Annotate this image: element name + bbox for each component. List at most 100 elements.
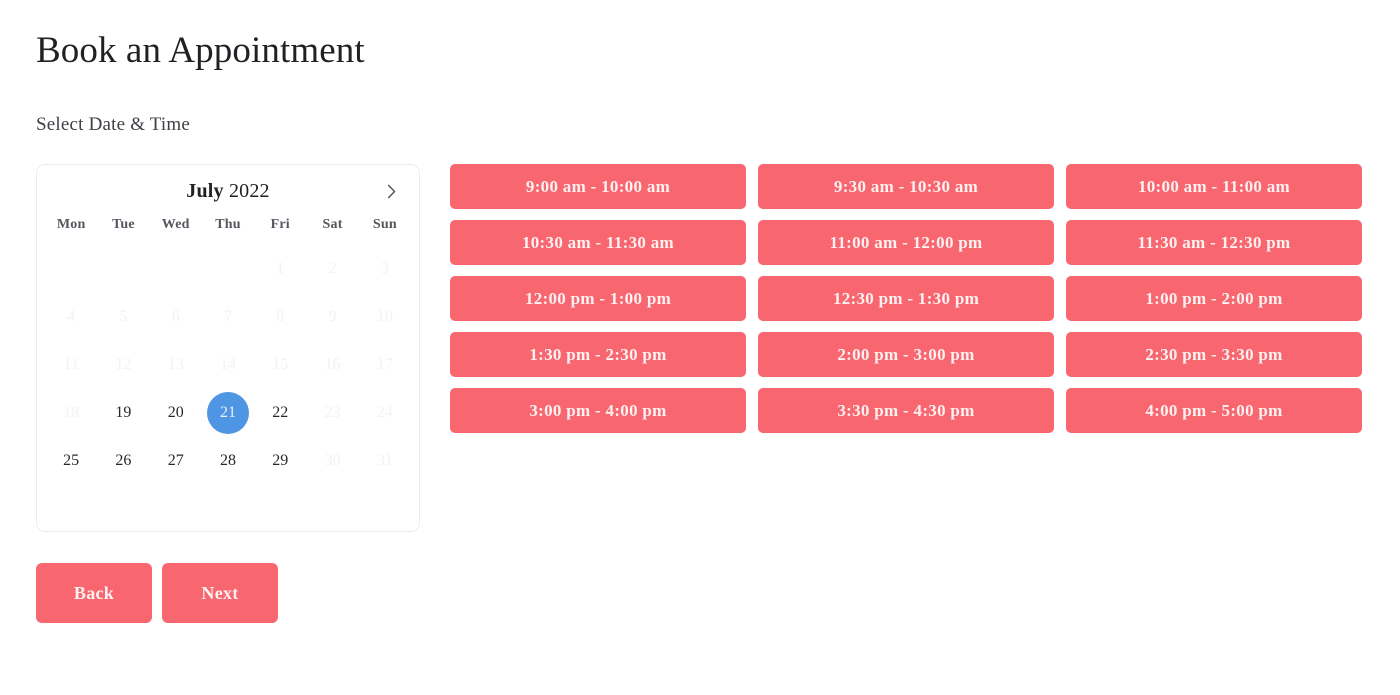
calendar-next-month-button[interactable] <box>377 177 405 205</box>
calendar-weekday: Sun <box>372 217 397 232</box>
calendar-day: 10 <box>376 308 393 325</box>
calendar-cell: 11 <box>45 341 97 389</box>
calendar-cell: 24 <box>359 389 411 437</box>
calendar-weekday: Sat <box>322 217 343 232</box>
calendar-day[interactable]: 20 <box>155 392 197 434</box>
calendar-weekday: Mon <box>56 217 86 232</box>
calendar-cell <box>202 485 254 533</box>
calendar-cell: 15 <box>254 341 306 389</box>
calendar-cell: 31 <box>359 437 411 485</box>
calendar-day[interactable]: 19 <box>102 392 144 434</box>
calendar-cell: 17 <box>359 341 411 389</box>
calendar-cell: 2 <box>306 245 358 293</box>
calendar-header: July 2022 <box>37 165 419 217</box>
calendar-day[interactable]: 29 <box>259 440 301 482</box>
calendar-day: 1 <box>276 260 285 277</box>
calendar-cell: 18 <box>45 389 97 437</box>
calendar-cell: 23 <box>306 389 358 437</box>
calendar-day[interactable]: 28 <box>207 440 249 482</box>
calendar-day: 12 <box>115 356 132 373</box>
next-button[interactable]: Next <box>162 563 278 623</box>
booking-page: Book an Appointment Select Date & Time J… <box>0 0 1400 695</box>
calendar-cell <box>97 245 149 293</box>
calendar-day[interactable]: 26 <box>102 440 144 482</box>
calendar-day-grid: 1 2 3 4 5 6 7 8 9 10 11 12 13 14 15 16 17 18 19 20 21 22 23 24 2… <box>37 235 419 533</box>
time-slot-button[interactable]: 3:30 pm - 4:30 pm <box>758 388 1054 433</box>
calendar-cell: 25 <box>45 437 97 485</box>
calendar-day: 2 <box>328 260 337 277</box>
calendar-day: 15 <box>272 356 289 373</box>
calendar-day: 24 <box>376 404 393 421</box>
calendar-day: 13 <box>167 356 184 373</box>
page-subtitle: Select Date & Time <box>36 114 191 135</box>
calendar-cell: 21 <box>202 389 254 437</box>
back-button[interactable]: Back <box>36 563 152 623</box>
calendar-cell: 1 <box>254 245 306 293</box>
calendar-day[interactable]: 25 <box>50 440 92 482</box>
calendar-cell <box>150 245 202 293</box>
calendar-cell <box>254 485 306 533</box>
calendar-cell: 9 <box>306 293 358 341</box>
calendar-cell: 20 <box>150 389 202 437</box>
calendar-day: 30 <box>324 452 341 469</box>
time-slot-button[interactable]: 4:00 pm - 5:00 pm <box>1066 388 1362 433</box>
calendar-day[interactable]: 22 <box>259 392 301 434</box>
footer-actions: Back Next <box>36 563 278 623</box>
calendar-cell: 16 <box>306 341 358 389</box>
calendar-month-label: July <box>186 179 224 202</box>
calendar-day: 8 <box>276 308 285 325</box>
time-slot-button[interactable]: 1:00 pm - 2:00 pm <box>1066 276 1362 321</box>
calendar-cell <box>97 485 149 533</box>
calendar-day[interactable]: 27 <box>155 440 197 482</box>
calendar-cell: 19 <box>97 389 149 437</box>
calendar-card: July 2022 Mon Tue Wed Thu Fri Sat Sun 12… <box>36 164 420 532</box>
calendar-day: 18 <box>63 404 80 421</box>
calendar-day: 9 <box>328 308 337 325</box>
calendar-day: 5 <box>119 308 128 325</box>
calendar-cell: 29 <box>254 437 306 485</box>
calendar-cell: 4 <box>45 293 97 341</box>
calendar-cell: 13 <box>150 341 202 389</box>
calendar-day: 16 <box>324 356 341 373</box>
calendar-year-label: 2022 <box>228 179 270 202</box>
calendar-day-selected[interactable]: 21 <box>206 392 249 434</box>
time-slot-button[interactable]: 12:30 pm - 1:30 pm <box>758 276 1054 321</box>
calendar-month-year: July 2022 <box>186 180 270 203</box>
calendar-cell <box>202 245 254 293</box>
calendar-weekday: Wed <box>161 217 190 232</box>
time-slot-button[interactable]: 9:00 am - 10:00 am <box>450 164 746 209</box>
calendar-weekday: Thu <box>215 217 241 232</box>
calendar-day: 6 <box>171 308 180 325</box>
calendar-cell <box>150 485 202 533</box>
calendar-day: 17 <box>376 356 393 373</box>
time-slot-button[interactable]: 3:00 pm - 4:00 pm <box>450 388 746 433</box>
calendar-weekday: Tue <box>112 217 135 232</box>
calendar-cell: 5 <box>97 293 149 341</box>
calendar-day: 3 <box>380 260 389 277</box>
time-slot-button[interactable]: 1:30 pm - 2:30 pm <box>450 332 746 377</box>
calendar-day: 14 <box>219 356 236 373</box>
calendar-cell: 10 <box>359 293 411 341</box>
calendar-cell: 3 <box>359 245 411 293</box>
time-slot-button[interactable]: 2:30 pm - 3:30 pm <box>1066 332 1362 377</box>
calendar-cell: 6 <box>150 293 202 341</box>
calendar-day: 23 <box>324 404 341 421</box>
time-slot-button[interactable]: 10:00 am - 11:00 am <box>1066 164 1362 209</box>
calendar-cell: 22 <box>254 389 306 437</box>
page-title: Book an Appointment <box>36 30 365 71</box>
time-slot-button[interactable]: 11:30 am - 12:30 pm <box>1066 220 1362 265</box>
calendar-cell <box>359 485 411 533</box>
time-slot-button[interactable]: 12:00 pm - 1:00 pm <box>450 276 746 321</box>
calendar-cell: 26 <box>97 437 149 485</box>
time-slot-button[interactable]: 9:30 am - 10:30 am <box>758 164 1054 209</box>
calendar-day: 11 <box>63 356 79 373</box>
calendar-cell: 28 <box>202 437 254 485</box>
calendar-day: 4 <box>67 308 76 325</box>
calendar-cell: 14 <box>202 341 254 389</box>
calendar-cell: 7 <box>202 293 254 341</box>
calendar-cell <box>45 485 97 533</box>
time-slot-button[interactable]: 2:00 pm - 3:00 pm <box>758 332 1054 377</box>
calendar-weekday: Fri <box>270 217 290 232</box>
time-slot-button[interactable]: 11:00 am - 12:00 pm <box>758 220 1054 265</box>
time-slot-button[interactable]: 10:30 am - 11:30 am <box>450 220 746 265</box>
